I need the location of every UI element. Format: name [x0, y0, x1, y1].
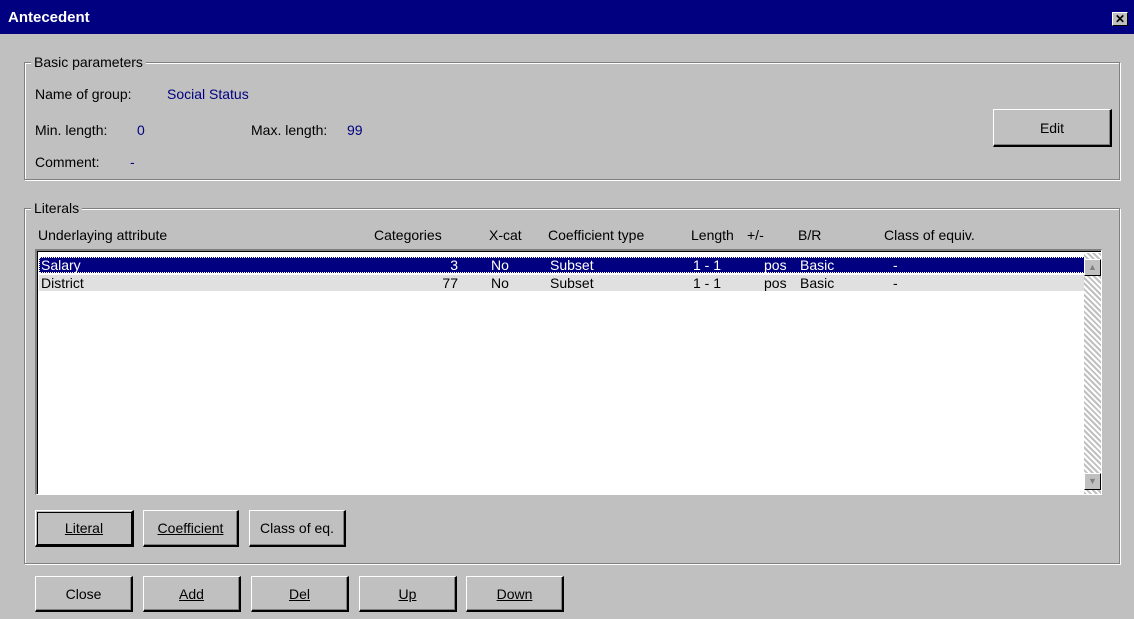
- min-length-label: Min. length:: [35, 122, 108, 138]
- scroll-down-button[interactable]: ▼: [1084, 473, 1101, 490]
- min-length-value: 0: [137, 122, 145, 138]
- coefficient-button-label: Coefficient: [157, 520, 224, 536]
- literals-legend: Literals: [31, 200, 83, 216]
- window-title: Antecedent: [8, 9, 90, 26]
- class-of-eq-button[interactable]: Class of eq.: [249, 510, 346, 547]
- basic-parameters-group: Basic parameters: [24, 54, 1120, 180]
- col-header-class-of-equiv: Class of equiv.: [884, 227, 975, 243]
- close-icon: ✕: [1114, 12, 1126, 26]
- add-button-label: Add: [179, 586, 204, 602]
- col-header-length: Length: [691, 227, 734, 243]
- row-coefficient-type: Subset: [550, 257, 594, 273]
- basic-parameters-legend: Basic parameters: [31, 54, 146, 70]
- edit-button-label: Edit: [1039, 120, 1065, 136]
- row-coefficient-type: Subset: [550, 275, 594, 291]
- row-br: Basic: [800, 257, 835, 273]
- up-button-label: Up: [398, 586, 417, 602]
- col-header-attribute: Underlaying attribute: [38, 227, 168, 243]
- group-name-label: Name of group:: [35, 86, 132, 102]
- delete-button[interactable]: Del: [251, 576, 349, 612]
- row-sign: pos: [764, 257, 787, 273]
- max-length-value: 99: [347, 122, 363, 138]
- close-button[interactable]: Close: [35, 576, 133, 612]
- literal-button-label: Literal: [64, 520, 104, 536]
- row-attribute: Salary: [41, 257, 81, 273]
- row-br: Basic: [800, 275, 835, 291]
- down-button-label: Down: [496, 586, 533, 602]
- col-header-xcat: X-cat: [489, 227, 522, 243]
- comment-label: Comment:: [35, 154, 100, 170]
- row-categories: 3: [450, 257, 458, 273]
- row-length: 1 - 1: [693, 257, 722, 273]
- up-button[interactable]: Up: [359, 576, 457, 612]
- row-attribute: District: [41, 275, 84, 291]
- edit-button[interactable]: Edit: [993, 109, 1112, 147]
- vertical-scrollbar[interactable]: ▲ ▼: [1084, 253, 1101, 494]
- close-window-button[interactable]: ✕: [1112, 12, 1128, 26]
- close-button-label: Close: [65, 586, 102, 602]
- title-bar: Antecedent ✕: [0, 0, 1134, 34]
- row-length: 1 - 1: [693, 275, 722, 291]
- col-header-sign: +/-: [747, 227, 764, 243]
- row-xcat: No: [491, 257, 509, 273]
- literal-button[interactable]: Literal: [35, 510, 134, 547]
- max-length-label: Max. length:: [251, 122, 328, 138]
- row-class-of-equiv: -: [893, 275, 898, 291]
- group-name-value: Social Status: [167, 86, 249, 102]
- col-header-coefficient-type: Coefficient type: [548, 227, 645, 243]
- scroll-up-button[interactable]: ▲: [1084, 259, 1101, 276]
- row-xcat: No: [491, 275, 509, 291]
- col-header-br: B/R: [798, 227, 822, 243]
- row-class-of-equiv: -: [893, 257, 898, 273]
- class-of-eq-button-label: Class of eq.: [260, 520, 334, 536]
- table-row[interactable]: Salary 3 No Subset 1 - 1 pos Basic -: [39, 257, 1085, 273]
- literals-listbox[interactable]: Salary 3 No Subset 1 - 1 pos Basic - Dis…: [35, 249, 1102, 495]
- row-sign: pos: [764, 275, 787, 291]
- table-row[interactable]: District 77 No Subset 1 - 1 pos Basic -: [39, 275, 1085, 291]
- comment-value: -: [130, 154, 135, 170]
- coefficient-button[interactable]: Coefficient: [143, 510, 239, 547]
- down-button[interactable]: Down: [466, 576, 564, 612]
- add-button[interactable]: Add: [143, 576, 241, 612]
- delete-button-label: Del: [288, 586, 310, 602]
- row-categories: 77: [442, 275, 458, 291]
- col-header-categories: Categories: [374, 227, 442, 243]
